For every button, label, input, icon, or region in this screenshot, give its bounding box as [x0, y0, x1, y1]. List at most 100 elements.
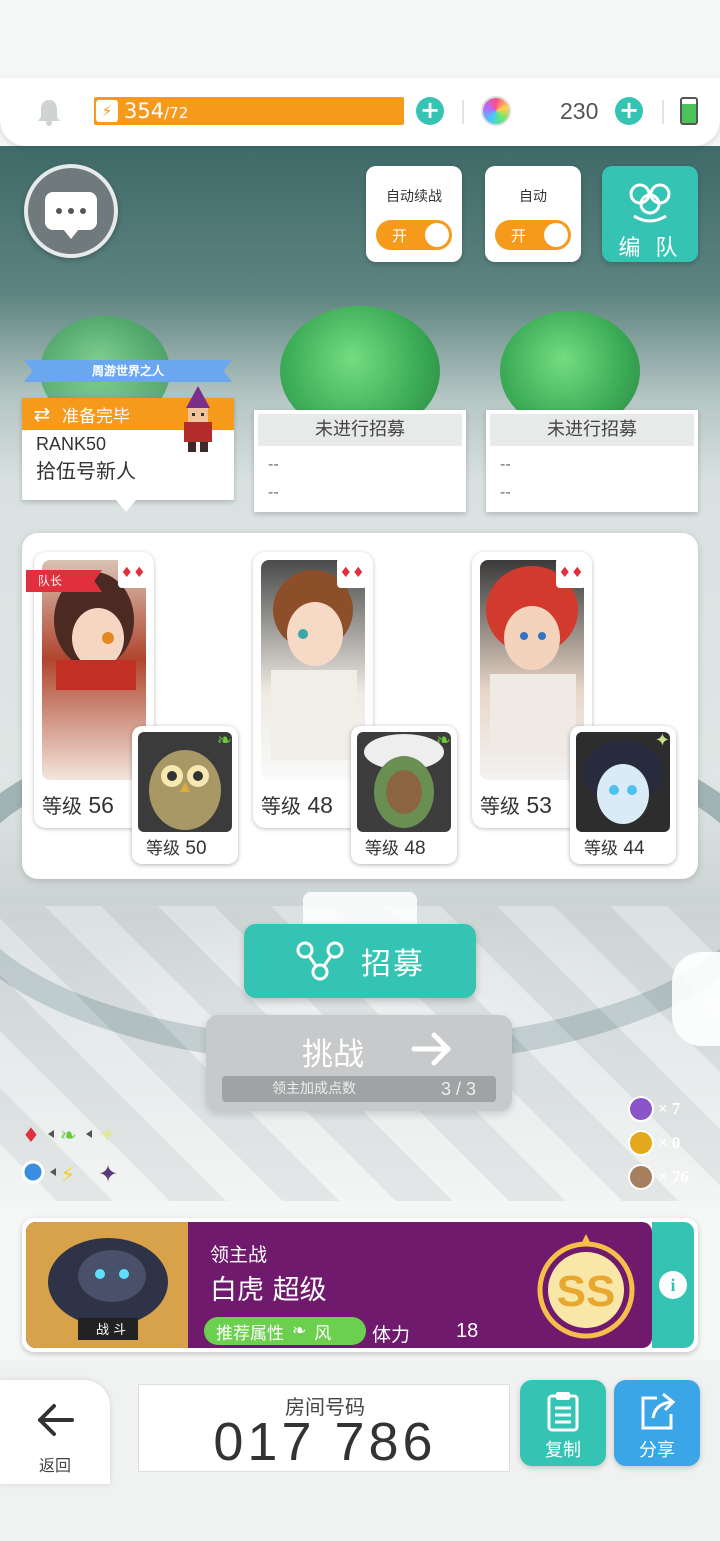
hero-portrait: [261, 560, 365, 780]
share-icon: [641, 1392, 676, 1430]
swap-icon: ⇄: [33, 402, 51, 426]
switch-state: 开: [392, 227, 408, 245]
arrow-right-icon: [411, 1032, 451, 1066]
lord-battle-tag: 领主战: [210, 1244, 268, 1266]
support-level: 等级 48: [365, 838, 426, 859]
lord-thumbnail: 战 斗: [26, 1222, 188, 1348]
rainbow-gem-icon: [481, 96, 511, 126]
hero-level: 等级 53: [480, 792, 552, 818]
token-count: × 76: [658, 1167, 689, 1186]
svg-text:✦: ✦: [98, 1123, 116, 1148]
lord-name: 白虎 超级: [210, 1275, 327, 1306]
divider: [662, 100, 664, 124]
team-icon: [629, 183, 671, 223]
gold-token-icon: [628, 1130, 654, 1156]
svg-text:♦: ♦: [22, 1123, 40, 1147]
wind-element-icon: ❧: [216, 730, 232, 751]
bell-icon[interactable]: [36, 98, 62, 126]
lord-battle-panel[interactable]: 战 斗 领主战 白虎 超级 推荐属性 ❧ 风 体力 18 SS i: [22, 1218, 698, 1352]
diamond-element-icon: ♦♦: [118, 558, 148, 588]
recruit-slot[interactable]: 未进行招募 -- --: [486, 410, 698, 512]
challenge-button[interactable]: 挑战 领主加成点数 3 / 3: [206, 1015, 512, 1111]
recommended-attribute: 推荐属性 ❧ 风: [204, 1317, 366, 1345]
chat-icon: [45, 192, 97, 239]
slot-header: 未进行招募: [490, 414, 694, 446]
grade-text: SS: [557, 1267, 616, 1316]
recruit-button[interactable]: 招募: [244, 924, 476, 998]
lord-bonus-label: 领主加成点数: [272, 1081, 356, 1097]
share-label: 分享: [639, 1440, 675, 1461]
token-row: × 7: [628, 1096, 689, 1122]
recruit-slot[interactable]: 未进行招募 -- --: [254, 410, 466, 512]
back-button[interactable]: 返回: [0, 1380, 110, 1484]
switch-state: 开: [511, 227, 527, 245]
support-card[interactable]: ✦ 等级 44: [570, 726, 676, 864]
add-energy-button[interactable]: +: [416, 97, 444, 125]
auto-toggle[interactable]: 自动 开: [485, 166, 581, 262]
support-card[interactable]: ❧ 等级 48: [351, 726, 457, 864]
switch[interactable]: 开: [376, 220, 452, 250]
chat-button[interactable]: [24, 164, 118, 258]
auto-continue-toggle[interactable]: 自动续战 开: [366, 166, 462, 262]
energy-value: 354: [124, 99, 165, 123]
switch-knob: [544, 223, 568, 247]
slot-line: --: [268, 455, 279, 473]
hero-portrait: [480, 560, 584, 780]
wind-element-icon: ❧: [435, 730, 451, 751]
recommended-attribute-label: 推荐属性: [216, 1323, 284, 1344]
token-list: × 7 × 0 × 76: [628, 1096, 689, 1190]
share-button[interactable]: 分享: [614, 1380, 700, 1466]
team-edit-button[interactable]: 编 队: [602, 166, 698, 262]
svg-text:⚡: ⚡: [60, 1163, 75, 1188]
swap-tab[interactable]: [303, 892, 417, 924]
info-button[interactable]: i: [652, 1222, 694, 1348]
element-chart[interactable]: ♦ ❧ ✦ ⚡ ✦: [20, 1120, 130, 1192]
wind-element-icon: ❧: [292, 1321, 307, 1341]
network-icon: [296, 941, 344, 981]
support-level: 等级 44: [584, 838, 645, 859]
switch-knob: [425, 223, 449, 247]
hero-portrait: [42, 560, 146, 780]
copy-label: 复制: [545, 1440, 581, 1461]
lord-bonus-bar: 领主加成点数 3 / 3: [222, 1076, 496, 1102]
clipboard-icon: [547, 1392, 579, 1432]
gem-count: 230: [560, 98, 599, 124]
copy-button[interactable]: 复制: [520, 1380, 606, 1466]
captain-tag: 队长: [26, 570, 102, 592]
info-icon: i: [659, 1271, 687, 1299]
toggle-label: 自动续战: [386, 189, 442, 205]
diamond-element-icon: ♦♦: [556, 558, 586, 588]
slot-line: --: [268, 483, 279, 501]
challenge-label: 挑战: [302, 1037, 364, 1073]
switch[interactable]: 开: [495, 220, 571, 250]
side-tab[interactable]: [672, 952, 720, 1046]
light-element-icon: ✦: [654, 730, 670, 751]
token-count: × 7: [658, 1099, 681, 1118]
stamina-label: 体力: [372, 1324, 411, 1346]
hero-level: 等级 48: [261, 792, 333, 818]
arrow-left-icon: [38, 1404, 74, 1436]
energy-bar: ⚡ 354 /72: [94, 97, 404, 125]
support-card[interactable]: ❧ 等级 50: [132, 726, 238, 864]
energy-max: /72: [164, 104, 189, 122]
svg-text:❧: ❧: [60, 1123, 77, 1147]
support-level: 等级 50: [146, 838, 207, 859]
diamond-element-icon: ♦♦: [337, 558, 367, 588]
battle-label: 战 斗: [96, 1323, 126, 1338]
slot-line: --: [500, 483, 511, 501]
bronze-token-icon: [628, 1164, 654, 1190]
svg-text:✦: ✦: [98, 1160, 118, 1188]
token-row: × 0: [628, 1130, 689, 1156]
stamina-value: 18: [456, 1320, 479, 1342]
player-title-ribbon: 周游世界之人: [24, 360, 232, 382]
recruit-label: 招募: [361, 947, 425, 982]
slot-header: 未进行招募: [258, 414, 462, 446]
slot-line: --: [500, 455, 511, 473]
recommended-attribute-value: 风: [314, 1323, 332, 1344]
back-label: 返回: [38, 1456, 71, 1475]
hero-level: 等级 56: [42, 792, 114, 818]
team-edit-label: 编 队: [618, 236, 682, 261]
divider: [462, 100, 464, 124]
add-gem-button[interactable]: +: [615, 97, 643, 125]
player-name: 拾伍号新人: [36, 459, 136, 483]
